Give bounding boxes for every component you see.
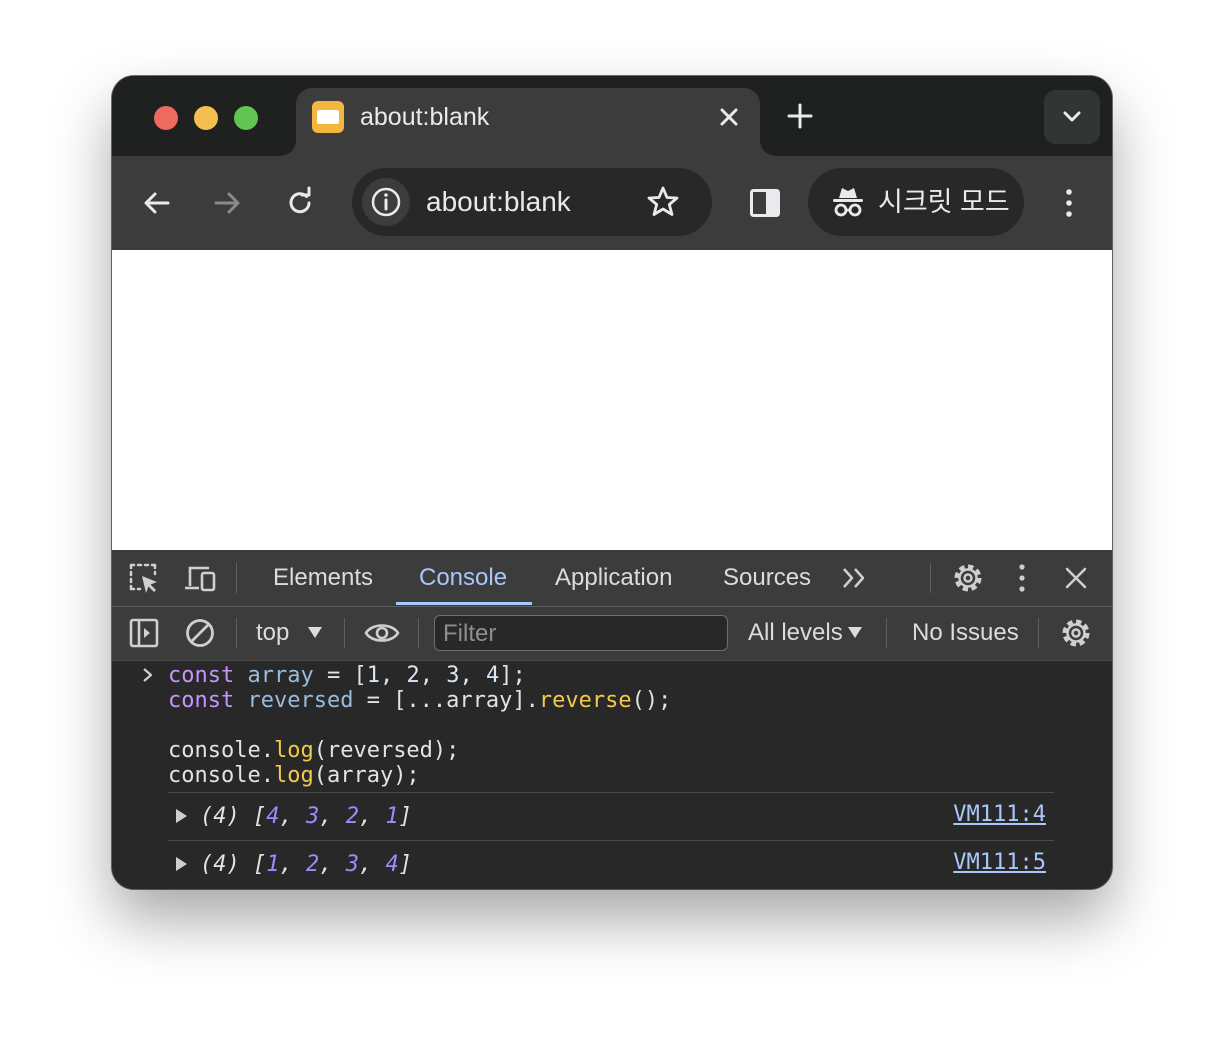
dropdown-triangle-icon[interactable] — [308, 627, 322, 639]
clear-console-icon[interactable] — [184, 617, 216, 649]
close-devtools-icon[interactable] — [1062, 564, 1090, 592]
code-line: console.log(reversed); — [168, 738, 460, 763]
minimize-window-button[interactable] — [194, 106, 218, 130]
url-text: about:blank — [426, 186, 571, 217]
address-bar[interactable]: about:blank — [352, 168, 712, 236]
code-line: console.log(array); — [168, 763, 420, 788]
separator — [418, 618, 419, 648]
separator — [344, 618, 345, 648]
console-settings-gear-icon[interactable] — [1059, 616, 1093, 650]
settings-gear-icon[interactable] — [951, 561, 985, 595]
console-output[interactable]: const array = [1, 2, 3, 4]; const revers… — [112, 661, 1112, 889]
incognito-label: 시크릿 모드 — [878, 187, 1010, 217]
expand-triangle-icon[interactable] — [176, 809, 187, 823]
devtools-tab-bar: Elements Console Application Sources — [112, 550, 1112, 607]
dropdown-triangle-icon[interactable] — [848, 627, 862, 639]
incognito-icon — [830, 184, 866, 220]
site-info-icon[interactable] — [362, 178, 410, 226]
context-selector-label[interactable]: top — [256, 619, 289, 647]
page-favicon-icon — [312, 101, 344, 133]
tab-close-icon[interactable] — [716, 104, 742, 130]
filter-input[interactable]: Filter — [434, 615, 728, 651]
chevron-down-icon — [1063, 111, 1081, 122]
bookmark-star-icon[interactable] — [646, 185, 680, 219]
back-arrow-icon[interactable] — [140, 186, 174, 220]
expand-triangle-icon[interactable] — [176, 857, 187, 871]
issues-counter[interactable]: No Issues — [912, 619, 1019, 647]
more-vertical-icon[interactable] — [1052, 186, 1086, 220]
tab-application[interactable]: Application — [555, 564, 672, 592]
tab-sources[interactable]: Sources — [723, 564, 811, 592]
incognito-button[interactable]: 시크릿 모드 — [808, 168, 1024, 236]
tab-title: about:blank — [360, 103, 490, 131]
close-window-button[interactable] — [154, 106, 178, 130]
forward-arrow-icon[interactable] — [210, 186, 244, 220]
active-tab-indicator — [396, 602, 532, 605]
new-tab-plus-icon[interactable] — [784, 100, 816, 132]
separator — [886, 618, 887, 648]
tab-console[interactable]: Console — [419, 564, 507, 592]
more-tabs-chevron-icon[interactable] — [840, 564, 870, 592]
browser-window: about:blank about:blank 시크릿 모드 Elements … — [112, 76, 1112, 889]
separator — [236, 618, 237, 648]
filter-placeholder: Filter — [443, 620, 497, 647]
side-panel-icon[interactable] — [748, 186, 782, 220]
device-toolbar-icon[interactable] — [184, 562, 218, 594]
inspect-element-icon[interactable] — [128, 562, 160, 594]
browser-toolbar: about:blank 시크릿 모드 — [112, 156, 1112, 250]
separator — [1038, 618, 1039, 648]
code-line: const reversed = [...array].reverse(); — [168, 688, 672, 713]
log-entry[interactable]: (4) [4, 3, 2, 1] VM111:4 — [168, 792, 1054, 840]
tab-about-blank[interactable]: about:blank — [296, 88, 760, 156]
page-content[interactable] — [112, 250, 1112, 550]
devtools-panel: Elements Console Application Sources top… — [112, 550, 1112, 889]
code-line: const array = [1, 2, 3, 4]; — [168, 663, 526, 688]
source-link[interactable]: VM111:4 — [953, 802, 1046, 827]
tab-strip: about:blank — [112, 76, 1112, 156]
zoom-window-button[interactable] — [234, 106, 258, 130]
tab-elements[interactable]: Elements — [273, 564, 373, 592]
reload-icon[interactable] — [283, 186, 317, 220]
live-expression-eye-icon[interactable] — [364, 617, 400, 649]
separator — [236, 563, 237, 593]
sidebar-toggle-icon[interactable] — [128, 617, 160, 649]
log-value: (4) [1, 2, 3, 4] — [200, 852, 412, 877]
log-value: (4) [4, 3, 2, 1] — [200, 804, 412, 829]
prompt-chevron-icon — [138, 665, 158, 685]
tab-search-button[interactable] — [1044, 90, 1100, 144]
console-toolbar: top Filter All levels No Issues — [112, 607, 1112, 661]
log-entry[interactable]: (4) [1, 2, 3, 4] VM111:5 — [168, 840, 1054, 888]
source-link[interactable]: VM111:5 — [953, 850, 1046, 875]
log-levels-dropdown[interactable]: All levels — [748, 619, 843, 647]
separator — [930, 563, 931, 593]
customize-vertical-dots-icon[interactable] — [1010, 561, 1034, 595]
